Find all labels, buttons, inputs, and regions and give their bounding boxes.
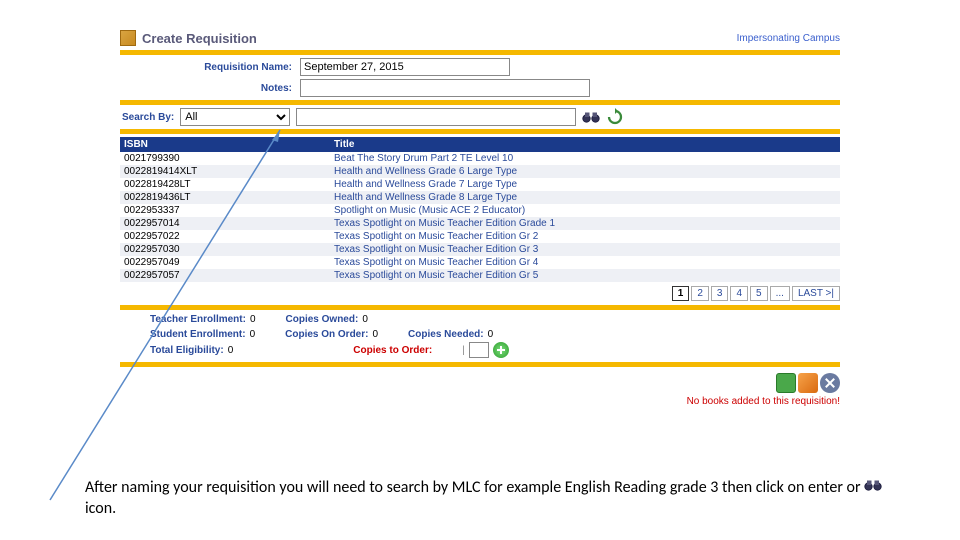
refresh-icon[interactable] — [606, 108, 624, 126]
save-icon[interactable] — [776, 373, 796, 393]
col-header-title: Title — [334, 139, 836, 150]
cell-title: Health and Wellness Grade 8 Large Type — [334, 192, 836, 203]
page-ellipsis: ... — [770, 286, 790, 301]
cell-title: Spotlight on Music (Music ACE 2 Educator… — [334, 205, 836, 216]
copies-needed-label: Copies Needed: — [408, 329, 488, 340]
cell-title: Health and Wellness Grade 6 Large Type — [334, 166, 836, 177]
page-4[interactable]: 4 — [730, 286, 748, 301]
add-icon[interactable] — [493, 342, 509, 358]
page-5[interactable]: 5 — [750, 286, 768, 301]
divider — [120, 100, 840, 105]
cell-title: Texas Spotlight on Music Teacher Edition… — [334, 244, 836, 255]
divider — [120, 50, 840, 55]
notes-label: Notes: — [120, 83, 300, 94]
cell-title: Texas Spotlight on Music Teacher Edition… — [334, 218, 836, 229]
copies-on-order-label: Copies On Order: — [285, 329, 372, 340]
annotation-arrow — [40, 120, 290, 510]
page-1[interactable]: 1 — [672, 286, 690, 301]
binoculars-icon[interactable] — [582, 108, 600, 126]
cell-title: Texas Spotlight on Music Teacher Edition… — [334, 231, 836, 242]
copies-owned-value: 0 — [362, 314, 368, 325]
cell-title: Beat The Story Drum Part 2 TE Level 10 — [334, 153, 836, 164]
notes-input[interactable] — [300, 79, 590, 97]
cell-title: Texas Spotlight on Music Teacher Edition… — [334, 257, 836, 268]
page-title: Create Requisition — [142, 31, 257, 46]
cell-title: Health and Wellness Grade 7 Large Type — [334, 179, 836, 190]
req-name-label: Requisition Name: — [120, 62, 300, 73]
instruction-text: After naming your requisition you will n… — [85, 478, 885, 520]
copies-needed-value: 0 — [488, 329, 494, 340]
req-name-input[interactable] — [300, 58, 510, 76]
page-last[interactable]: LAST >| — [792, 286, 840, 301]
package-icon — [120, 30, 136, 46]
copies-to-order-input[interactable] — [469, 342, 489, 358]
binoculars-inline-icon — [864, 478, 882, 499]
cell-title: Texas Spotlight on Music Teacher Edition… — [334, 270, 836, 281]
copies-on-order-value: 0 — [372, 329, 378, 340]
impersonating-link[interactable]: Impersonating Campus — [737, 33, 840, 44]
cancel-icon[interactable] — [820, 373, 840, 393]
copies-owned-label: Copies Owned: — [286, 314, 363, 325]
page-3[interactable]: 3 — [711, 286, 729, 301]
search-input[interactable] — [296, 108, 576, 126]
copies-to-order-label: Copies to Order: — [353, 345, 432, 356]
export-icon[interactable] — [798, 373, 818, 393]
page-2[interactable]: 2 — [691, 286, 709, 301]
